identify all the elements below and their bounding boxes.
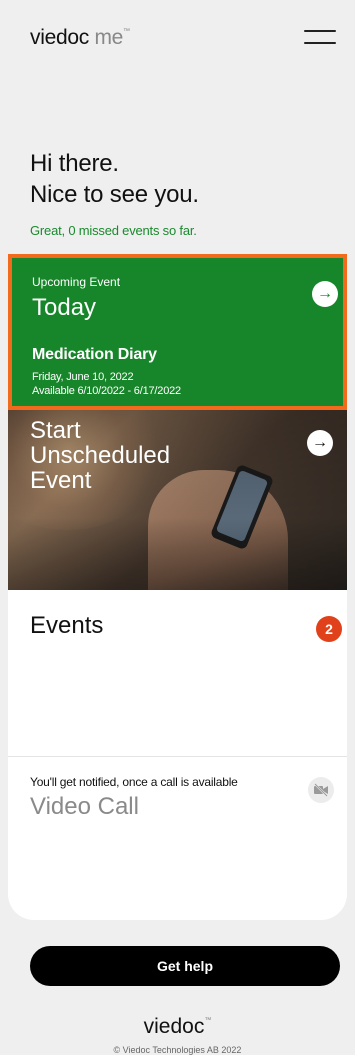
upcoming-event-label: Upcoming Event	[32, 275, 121, 289]
upcoming-event-card[interactable]: Upcoming Event Today → Medication Diary …	[8, 254, 347, 410]
logo-brand: viedoc	[30, 26, 89, 49]
events-count-badge[interactable]: 2	[316, 616, 342, 642]
unscheduled-title-line-2: Unscheduled	[30, 442, 171, 469]
arrow-right-icon[interactable]: →	[312, 281, 338, 307]
hamburger-menu-icon[interactable]	[304, 28, 336, 48]
greeting-line-2: Nice to see you.	[30, 181, 199, 208]
footer-viedoc-logo: viedoc™	[0, 1015, 355, 1039]
video-off-icon	[308, 777, 334, 803]
logo-suffix: me	[94, 26, 124, 49]
video-call-notice: You'll get notified, once a call is avai…	[30, 775, 238, 789]
events-video-card: Events 2 You'll get notified, once a cal…	[8, 590, 347, 920]
start-unscheduled-event-card[interactable]: Start Unscheduled Event →	[8, 410, 347, 590]
upcoming-event-title: Today	[32, 294, 97, 321]
missed-events-status: Great, 0 missed events so far.	[30, 223, 197, 238]
footer-logo-text: viedoc	[143, 1015, 205, 1038]
video-call-title: Video Call	[30, 793, 139, 820]
greeting-line-1: Hi there.	[30, 150, 119, 177]
arrow-right-icon[interactable]: →	[307, 430, 333, 456]
events-title[interactable]: Events	[30, 612, 103, 640]
card-divider	[8, 756, 347, 757]
unscheduled-title-line-3: Event	[30, 467, 92, 494]
event-name: Medication Diary	[32, 346, 157, 363]
footer-logo-mark: ™	[204, 1017, 212, 1024]
get-help-button[interactable]: Get help	[30, 946, 340, 986]
logo-mark: ™	[123, 28, 130, 35]
greeting: Hi there. Nice to see you.	[30, 148, 199, 210]
app-header: viedoc me™	[0, 0, 355, 80]
unscheduled-title-line-1: Start	[30, 417, 81, 444]
event-availability: Available 6/10/2022 - 6/17/2022	[32, 385, 181, 397]
unscheduled-event-title: Start Unscheduled Event	[30, 418, 170, 493]
viedoc-me-logo[interactable]: viedoc me™	[30, 26, 130, 50]
event-date: Friday, June 10, 2022	[32, 371, 134, 383]
